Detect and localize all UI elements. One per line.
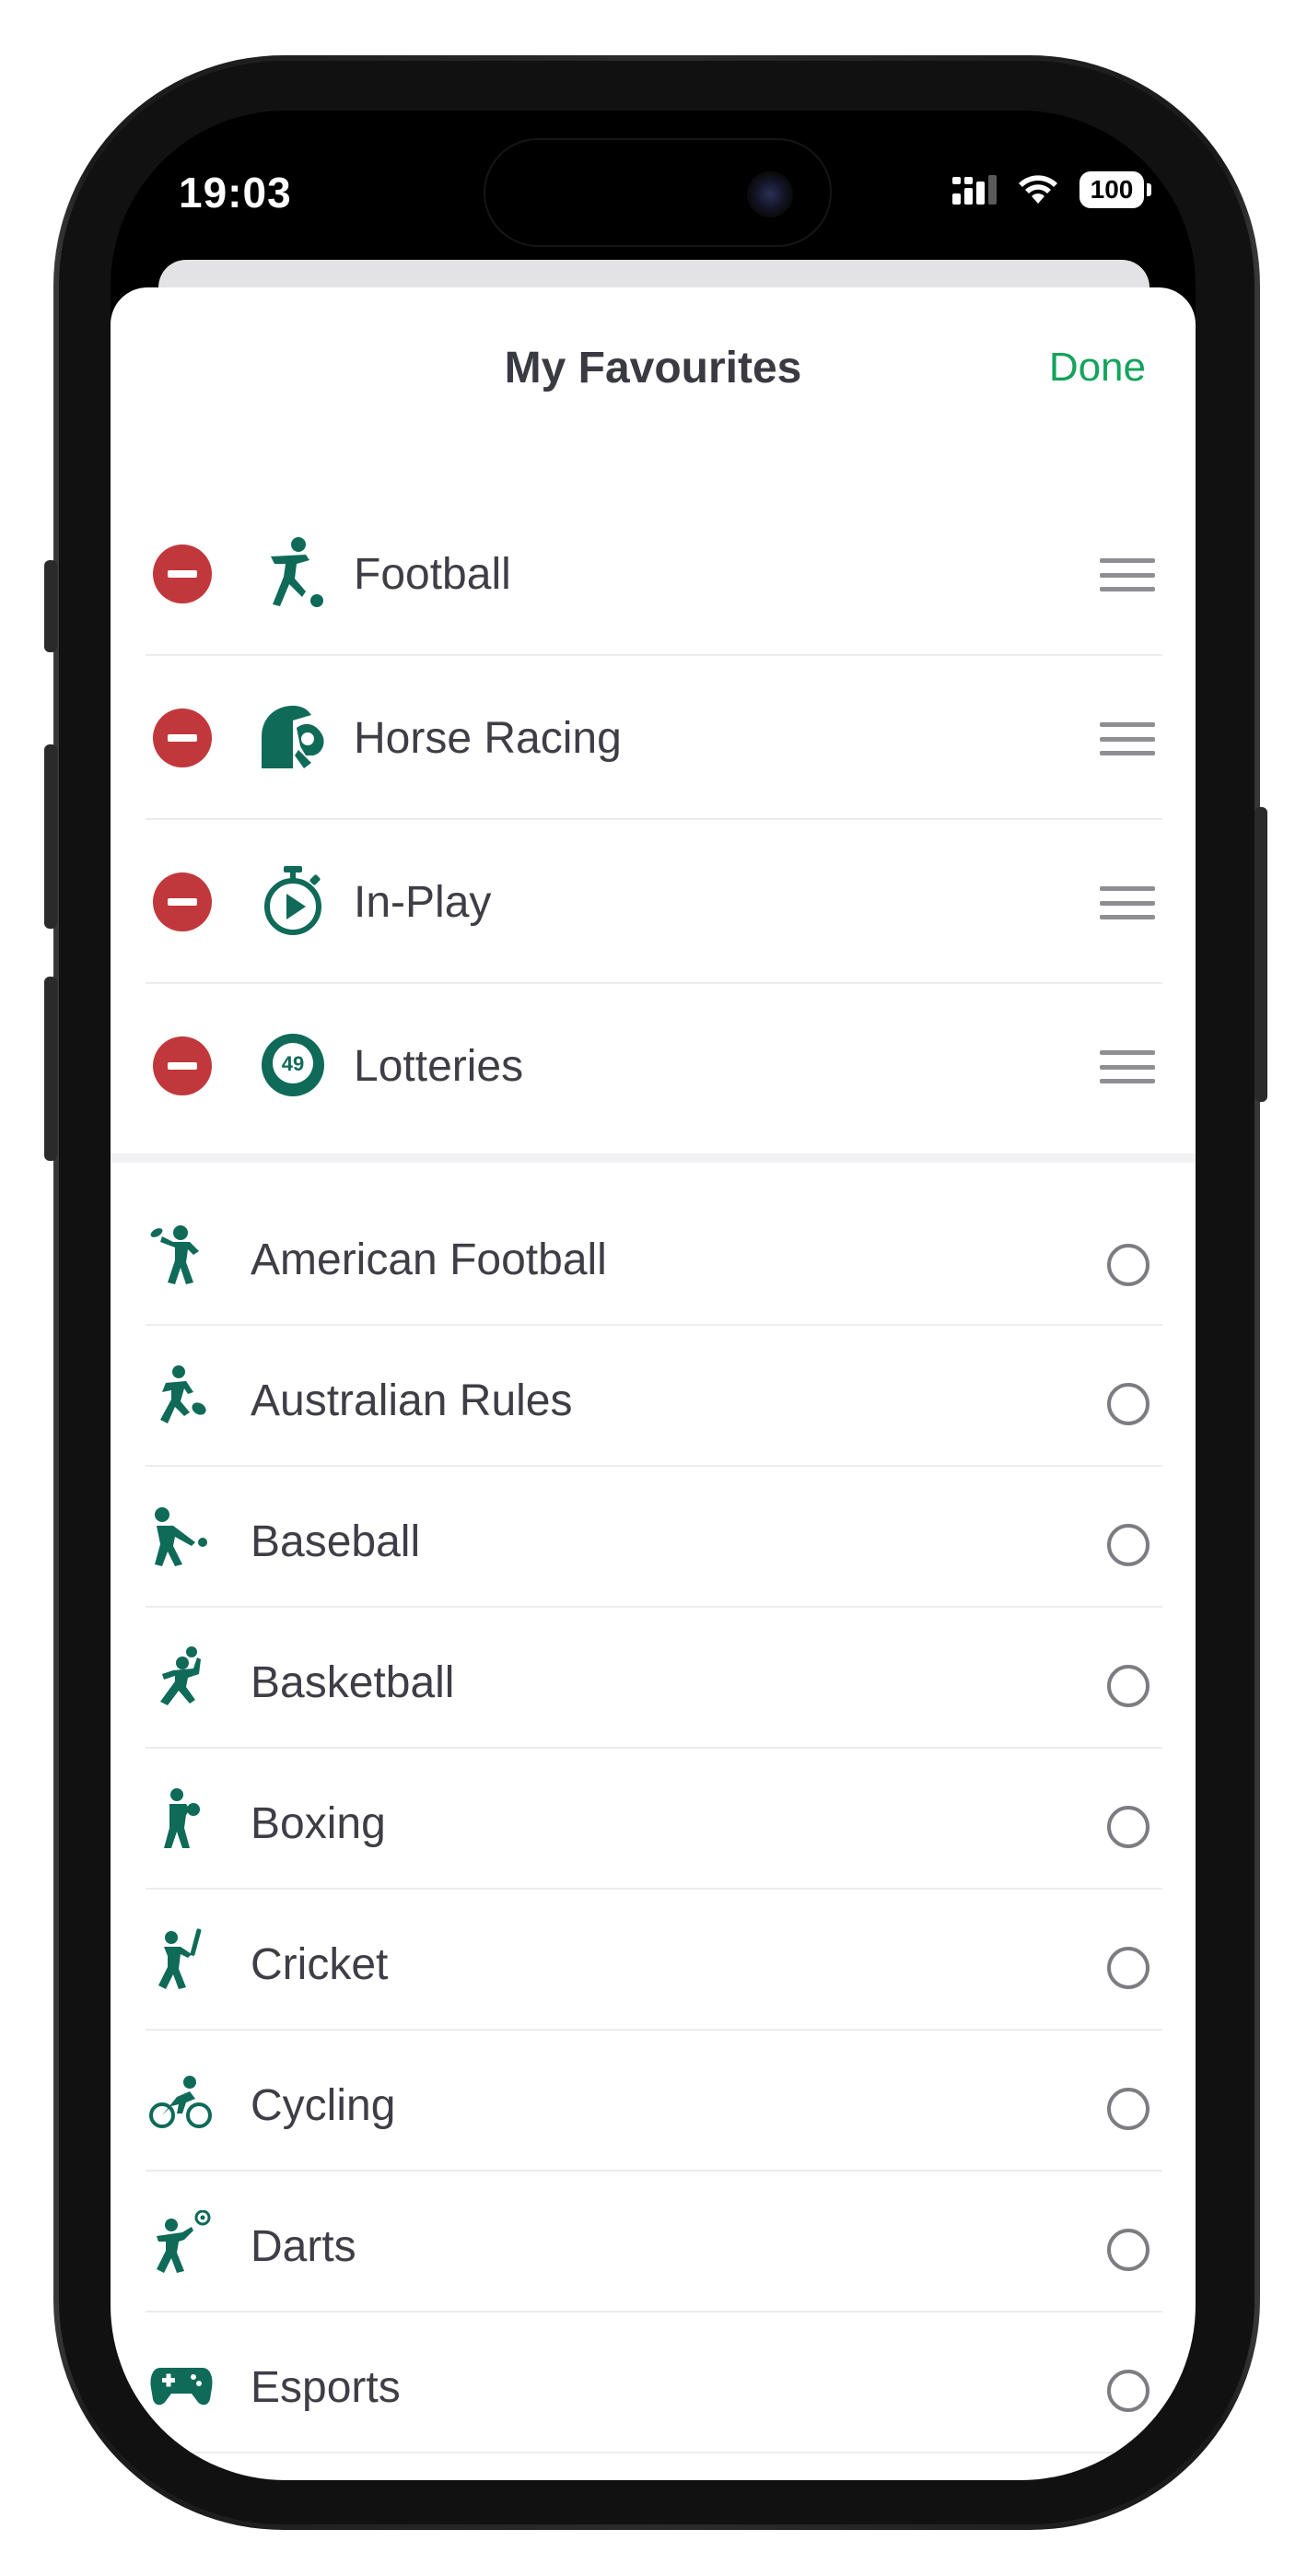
- sport-label: Cycling: [251, 2081, 396, 2130]
- sport-label: American Football: [251, 1235, 607, 1284]
- minus-icon: [168, 898, 197, 906]
- section-divider: [111, 1153, 1196, 1163]
- favourite-radio[interactable]: [1107, 1524, 1149, 1566]
- favourite-row-in-play: In-Play: [146, 820, 1162, 984]
- favourite-radio[interactable]: [1107, 1383, 1149, 1425]
- wifi-icon: [1019, 175, 1057, 204]
- volume-up-button: [44, 744, 57, 929]
- favourite-label: Lotteries: [354, 1042, 524, 1091]
- status-icons: 100: [951, 171, 1151, 208]
- cricketer-icon: [158, 1928, 202, 1989]
- favourite-label: Horse Racing: [354, 714, 622, 763]
- favourite-label: In-Play: [354, 878, 492, 927]
- favourite-row-lotteries: 49 Lotteries: [146, 984, 1162, 1146]
- sport-label: Cricket: [251, 1940, 389, 1989]
- sport-row-american-football[interactable]: American Football: [146, 1163, 1162, 1326]
- remove-button[interactable]: [153, 544, 212, 603]
- sport-row-basketball[interactable]: Basketball: [146, 1608, 1162, 1749]
- sport-row-australian-rules[interactable]: Australian Rules: [146, 1326, 1162, 1467]
- boxer-icon: [164, 1788, 200, 1848]
- sport-row-baseball[interactable]: Baseball: [146, 1467, 1162, 1608]
- favourites-list: Football Horse Racing In-Play 49 Lotteri…: [146, 492, 1162, 1146]
- svg-text:49: 49: [282, 1052, 304, 1075]
- remove-button[interactable]: [153, 708, 212, 767]
- gamepad-icon: [150, 2368, 213, 2406]
- camera-icon: [747, 171, 793, 217]
- favourite-label: Football: [354, 550, 511, 599]
- sheet-header: My Favourites Done: [111, 287, 1196, 453]
- darts-player-icon: [157, 2210, 211, 2273]
- minus-icon: [168, 734, 197, 742]
- drag-handle-icon[interactable]: [1100, 558, 1155, 591]
- sport-row-boxing[interactable]: Boxing: [146, 1749, 1162, 1890]
- aussie-rules-player-icon: [160, 1365, 206, 1423]
- favourite-radio[interactable]: [1107, 2229, 1149, 2271]
- stopwatch-play-icon: [264, 866, 321, 935]
- remove-button[interactable]: [153, 1036, 212, 1095]
- sport-label: Baseball: [251, 1517, 421, 1566]
- drag-handle-icon[interactable]: [1100, 886, 1155, 919]
- football-player-icon: [271, 537, 323, 607]
- sport-row-cycling[interactable]: Cycling: [146, 2031, 1162, 2172]
- dynamic-island: [484, 138, 832, 247]
- favourite-row-horse-racing: Horse Racing: [146, 656, 1162, 820]
- lottery-ball-49-icon: 49: [262, 1034, 324, 1096]
- page-title: My Favourites: [504, 344, 802, 392]
- status-bar: 19:03 100: [111, 111, 1196, 267]
- sport-row-cricket[interactable]: Cricket: [146, 1890, 1162, 2031]
- power-button: [1254, 807, 1267, 1102]
- cyclist-icon: [149, 2076, 212, 2128]
- favourite-radio[interactable]: [1107, 1947, 1149, 1989]
- minus-icon: [168, 1062, 197, 1070]
- sport-row-darts[interactable]: Darts: [146, 2172, 1162, 2313]
- remove-button[interactable]: [153, 872, 212, 931]
- minus-icon: [168, 570, 197, 578]
- status-time: 19:03: [179, 169, 292, 217]
- sport-label: Esports: [251, 2363, 401, 2412]
- drag-handle-icon[interactable]: [1100, 1050, 1155, 1083]
- favourite-radio[interactable]: [1107, 1244, 1149, 1286]
- sports-list: American Football Australian Rules Baseb…: [146, 1163, 1162, 2453]
- favourite-row-football: Football: [146, 492, 1162, 656]
- favourite-radio[interactable]: [1107, 2370, 1149, 2412]
- sport-row-esports[interactable]: Esports: [146, 2313, 1162, 2453]
- done-button[interactable]: Done: [1049, 345, 1146, 391]
- phone-screen: 19:03 100 My Favourites Done Football Ho…: [111, 111, 1196, 2480]
- sport-label: Boxing: [251, 1799, 386, 1848]
- battery-icon: 100: [1079, 171, 1151, 208]
- favourite-radio[interactable]: [1107, 1665, 1149, 1707]
- favourites-sheet: My Favourites Done Football Horse Racing…: [111, 287, 1196, 2480]
- action-button: [44, 560, 57, 652]
- sport-label: Australian Rules: [251, 1376, 573, 1425]
- jockey-helmet-icon: [262, 706, 324, 768]
- drag-handle-icon[interactable]: [1100, 722, 1155, 755]
- favourite-radio[interactable]: [1107, 1806, 1149, 1848]
- volume-down-button: [44, 977, 57, 1161]
- basketball-player-icon: [160, 1646, 201, 1705]
- favourite-radio[interactable]: [1107, 2088, 1149, 2130]
- american-football-player-icon: [150, 1225, 199, 1284]
- baseball-batter-icon: [155, 1507, 207, 1566]
- signal-icon: [952, 175, 997, 205]
- sport-label: Basketball: [251, 1658, 455, 1707]
- sport-label: Darts: [251, 2222, 356, 2271]
